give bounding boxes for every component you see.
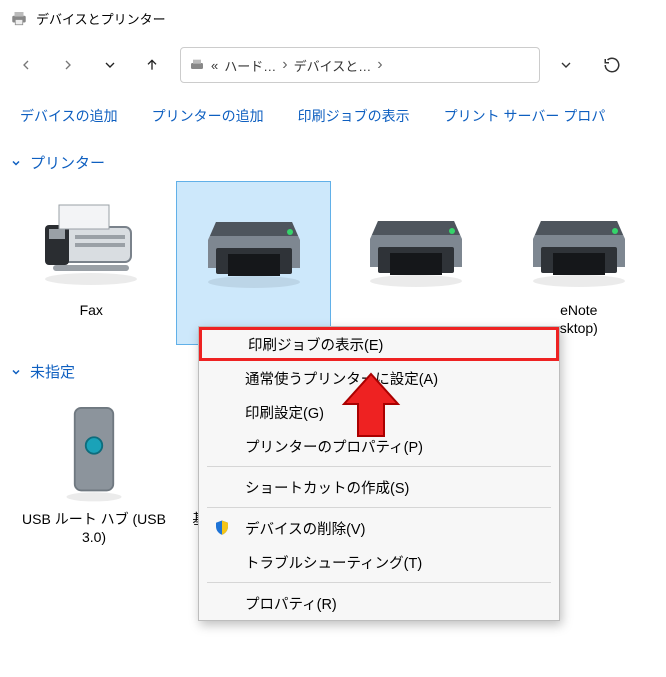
cmd-server-props[interactable]: プリント サーバー プロパ xyxy=(444,106,606,126)
group-title: プリンター xyxy=(30,152,105,173)
menu-troubleshoot[interactable]: トラブルシューティング(T) xyxy=(199,545,559,579)
navbar: « ハード… › デバイスと… › xyxy=(0,36,666,94)
group-title: 未指定 xyxy=(30,361,75,382)
context-menu: 印刷ジョブの表示(E) 通常使うプリンターに設定(A) 印刷設定(G) プリンタ… xyxy=(198,326,560,621)
device-item-printer[interactable] xyxy=(339,181,493,345)
menu-properties[interactable]: プロパティ(R) xyxy=(199,586,559,620)
command-toolbar: デバイスの追加 プリンターの追加 印刷ジョブの表示 プリント サーバー プロパ xyxy=(0,94,666,138)
titlebar: デバイスとプリンター xyxy=(0,0,666,36)
breadcrumb-prefix: « xyxy=(211,58,218,73)
cmd-add-printer[interactable]: プリンターの追加 xyxy=(152,106,264,126)
device-item-printer-selected[interactable] xyxy=(176,181,331,345)
device-label: USB ルート ハブ (USB 3.0) xyxy=(18,506,170,548)
menu-show-print-jobs[interactable]: 印刷ジョブの表示(E) xyxy=(199,327,559,361)
devices-printers-icon xyxy=(189,57,205,73)
address-dropdown[interactable] xyxy=(546,47,586,83)
device-item-fax[interactable]: Fax xyxy=(14,181,168,345)
drive-icon xyxy=(34,396,154,506)
device-item-usb-hub[interactable]: USB ルート ハブ (USB 3.0) xyxy=(14,390,174,552)
menu-create-shortcut[interactable]: ショートカットの作成(S) xyxy=(199,470,559,504)
address-breadcrumb[interactable]: « ハード… › デバイスと… › xyxy=(180,47,540,83)
menu-printer-properties[interactable]: プリンターのプロパティ(P) xyxy=(199,429,559,463)
group-header-printer[interactable]: プリンター xyxy=(10,144,656,181)
breadcrumb-seg-2[interactable]: デバイスと… xyxy=(294,56,372,75)
window-title: デバイスとプリンター xyxy=(36,9,166,28)
menu-printing-preferences[interactable]: 印刷設定(G) xyxy=(199,395,559,429)
menu-separator xyxy=(207,582,551,583)
breadcrumb-seg-1[interactable]: ハード… xyxy=(224,56,276,75)
fax-icon xyxy=(31,187,151,297)
device-label: Fax xyxy=(80,297,103,339)
cmd-add-device[interactable]: デバイスの追加 xyxy=(20,106,118,126)
printer-icon xyxy=(519,187,639,297)
chevron-down-icon xyxy=(10,366,22,378)
forward-button[interactable] xyxy=(50,47,86,83)
menu-separator xyxy=(207,507,551,508)
shield-icon xyxy=(213,519,231,537)
menu-delete-device[interactable]: デバイスの削除(V) xyxy=(199,511,559,545)
devices-printers-icon xyxy=(10,9,28,27)
history-dropdown[interactable] xyxy=(92,47,128,83)
chevron-down-icon xyxy=(10,157,22,169)
printer-grid: Fax xyxy=(10,181,656,345)
search-button[interactable] xyxy=(638,47,658,83)
printer-icon xyxy=(194,188,314,298)
chevron-right-icon[interactable]: › xyxy=(377,56,382,74)
back-button[interactable] xyxy=(8,47,44,83)
menu-separator xyxy=(207,466,551,467)
cmd-show-jobs[interactable]: 印刷ジョブの表示 xyxy=(298,106,410,126)
chevron-right-icon[interactable]: › xyxy=(282,56,287,74)
up-button[interactable] xyxy=(134,47,170,83)
device-item-onenote[interactable]: eNotesktop) xyxy=(502,181,656,345)
device-label: eNotesktop) xyxy=(560,297,598,339)
menu-set-default-printer[interactable]: 通常使うプリンターに設定(A) xyxy=(199,361,559,395)
refresh-button[interactable] xyxy=(592,47,632,83)
printer-icon xyxy=(356,187,476,297)
